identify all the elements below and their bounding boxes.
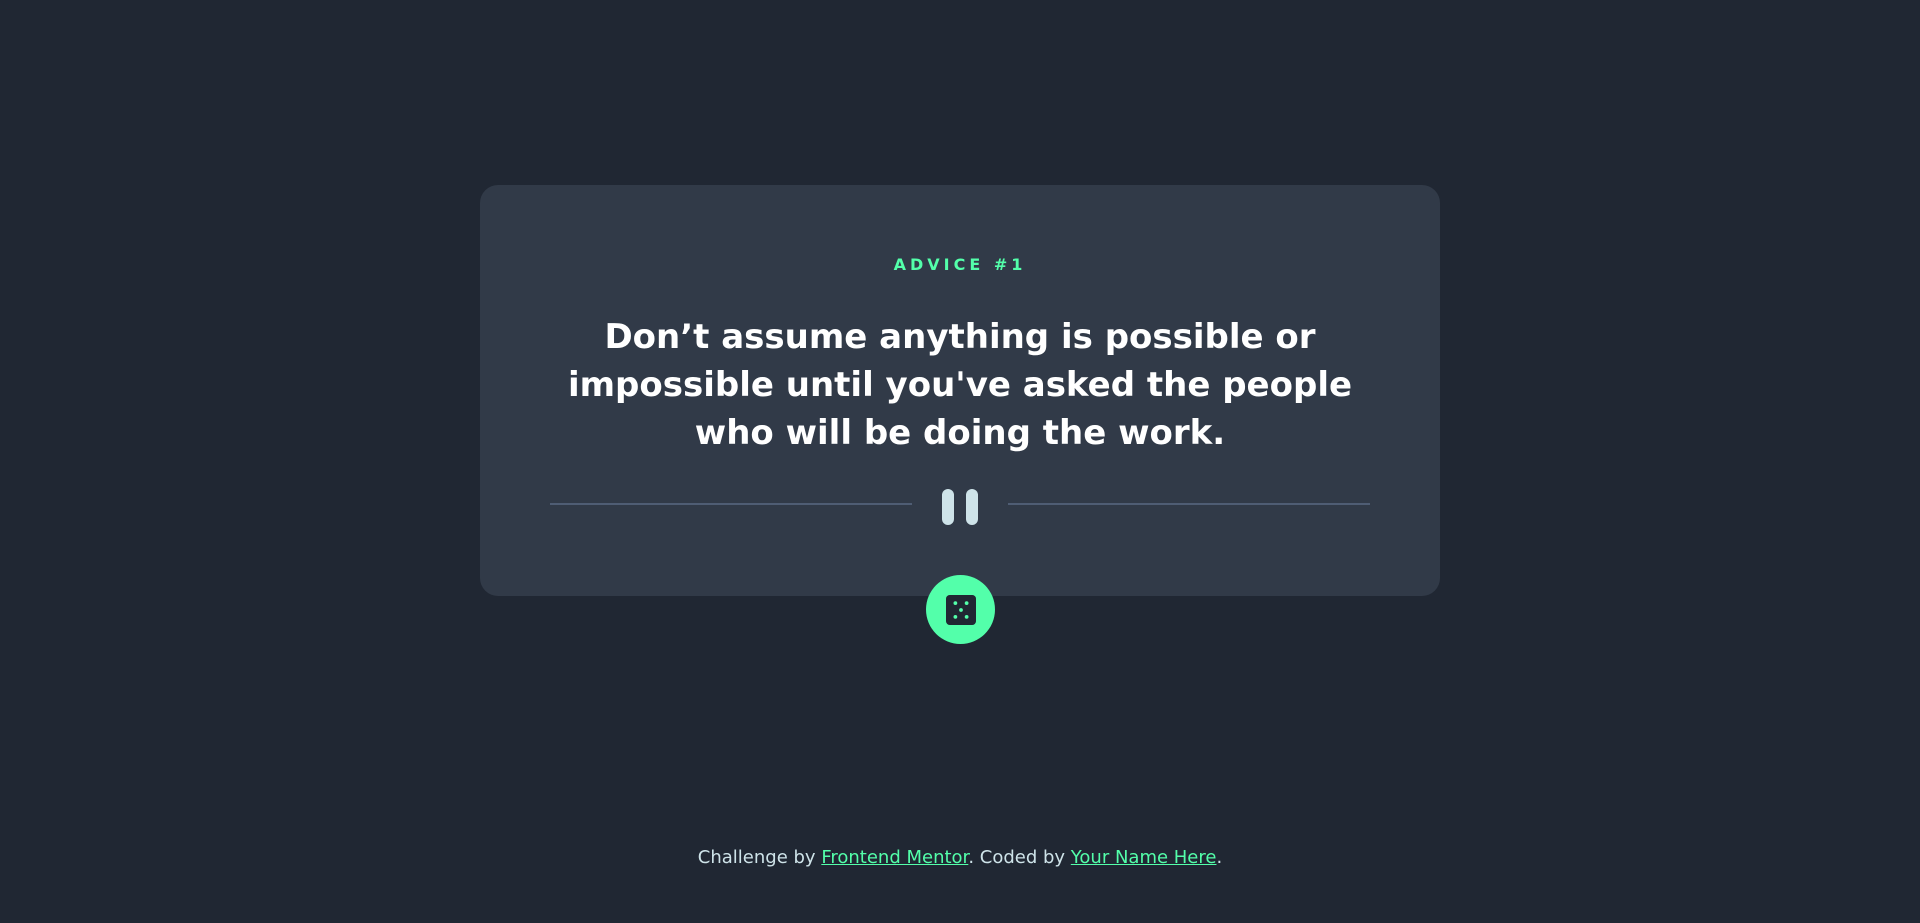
pause-icon [940, 489, 980, 525]
page: ADVICE #1 Don’t assume anything is possi… [0, 0, 1920, 923]
attribution-middle: . Coded by [968, 847, 1071, 868]
dice-icon [945, 594, 976, 625]
frontend-mentor-link[interactable]: Frontend Mentor [821, 847, 968, 868]
attribution-suffix: . [1216, 847, 1223, 868]
advice-quote: Don’t assume anything is possible or imp… [567, 317, 1353, 453]
pattern-divider [550, 489, 1370, 525]
new-advice-button[interactable] [926, 575, 995, 644]
divider-line-left [550, 503, 912, 505]
attribution: Challenge by Frontend Mentor. Coded by Y… [0, 846, 1920, 870]
author-link[interactable]: Your Name Here [1071, 847, 1217, 868]
divider-line-right [1008, 503, 1370, 505]
attribution-prefix: Challenge by [697, 847, 822, 868]
advice-number: ADVICE #1 [893, 255, 1027, 274]
advice-card: ADVICE #1 Don’t assume anything is possi… [480, 185, 1440, 596]
